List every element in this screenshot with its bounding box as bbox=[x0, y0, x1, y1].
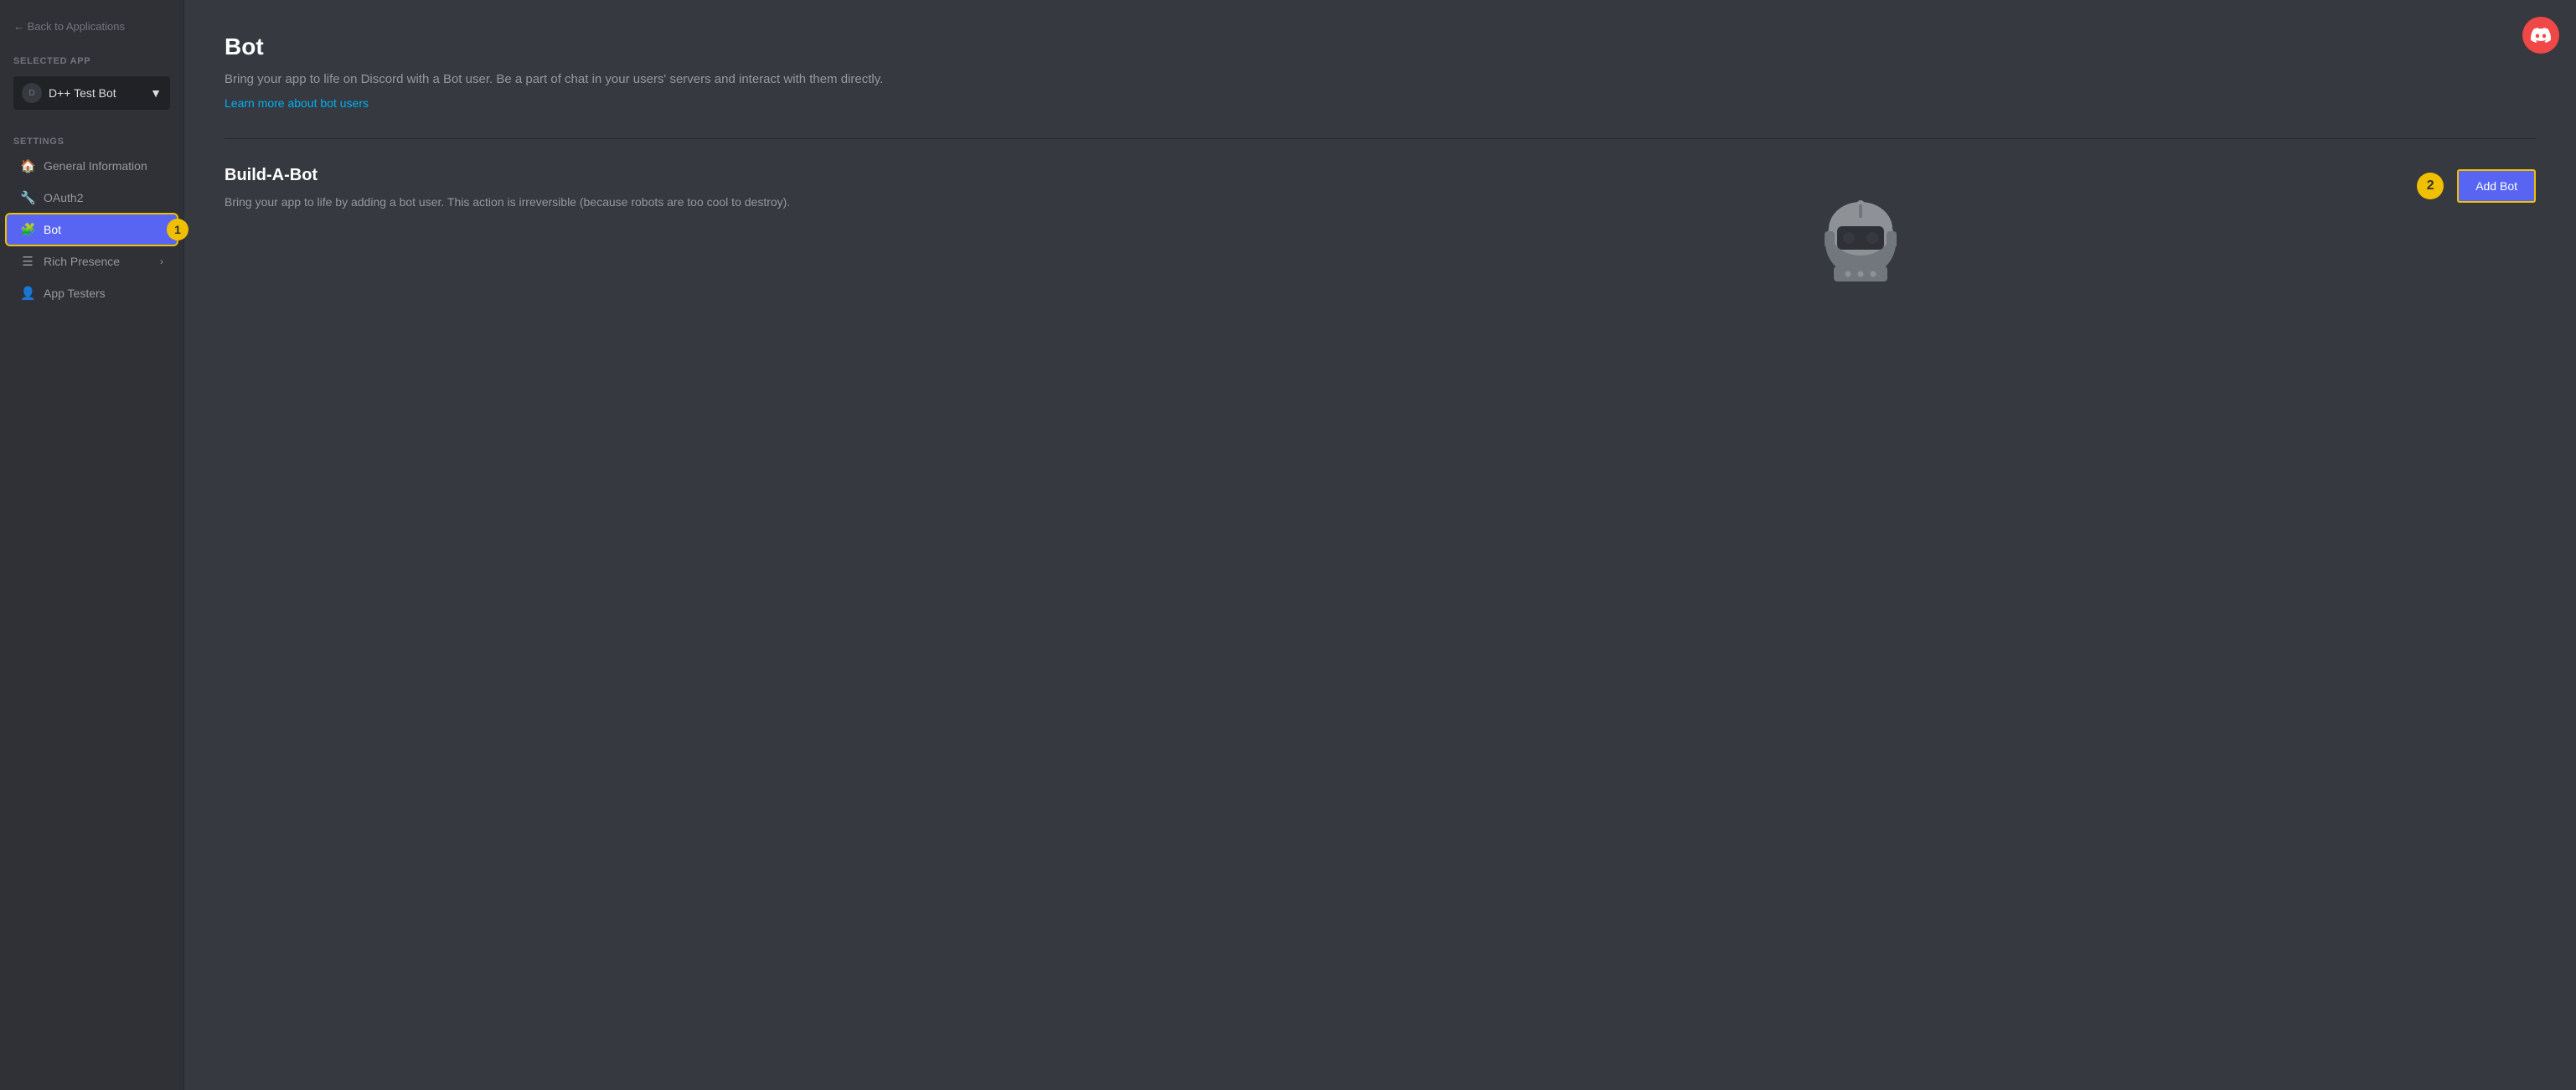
wrench-icon: 🔧 bbox=[20, 190, 35, 205]
sidebar-item-label: General Information bbox=[44, 159, 147, 173]
chevron-right-icon: › bbox=[160, 256, 163, 267]
build-a-bot-text: Build-A-Bot Bring your app to life by ad… bbox=[225, 166, 1304, 211]
badge-1: 1 bbox=[167, 219, 188, 240]
discord-logo bbox=[2522, 17, 2559, 54]
bot-robot-illustration bbox=[1304, 166, 2418, 317]
app-selector-dropdown[interactable]: D D++ Test Bot ▼ bbox=[13, 76, 170, 110]
main-content: Bot Bring your app to life on Discord wi… bbox=[184, 0, 2576, 1090]
puzzle-icon: 🧩 bbox=[20, 222, 35, 237]
selected-app-label: SELECTED APP bbox=[0, 49, 183, 70]
sidebar: ← Back to Applications SELECTED APP D D+… bbox=[0, 0, 184, 1090]
back-to-applications-link[interactable]: ← Back to Applications bbox=[0, 13, 183, 39]
sidebar-item-app-testers[interactable]: 👤 App Testers bbox=[7, 278, 177, 308]
build-a-bot-title: Build-A-Bot bbox=[225, 166, 1304, 185]
learn-more-link[interactable]: Learn more about bot users bbox=[225, 96, 369, 110]
list-icon: ☰ bbox=[20, 254, 35, 269]
sidebar-item-general-information[interactable]: 🏠 General Information bbox=[7, 151, 177, 181]
app-avatar: D bbox=[22, 83, 42, 103]
section-divider bbox=[225, 138, 2536, 139]
app-name: D++ Test Bot bbox=[49, 86, 116, 100]
home-icon: 🏠 bbox=[20, 158, 35, 173]
add-bot-button[interactable]: Add Bot bbox=[2457, 169, 2536, 203]
sidebar-item-label: Rich Presence bbox=[44, 255, 120, 268]
sidebar-item-label: OAuth2 bbox=[44, 191, 83, 204]
build-a-bot-description: Bring your app to life by adding a bot u… bbox=[225, 194, 811, 211]
build-a-bot-section: Build-A-Bot Bring your app to life by ad… bbox=[225, 166, 2536, 317]
dropdown-chevron-icon: ▼ bbox=[150, 86, 162, 100]
page-description: Bring your app to life on Discord with a… bbox=[225, 70, 978, 90]
sidebar-item-bot[interactable]: 🧩 Bot 1 bbox=[7, 214, 177, 245]
sidebar-item-rich-presence[interactable]: ☰ Rich Presence › bbox=[7, 246, 177, 276]
sidebar-item-label: Bot bbox=[44, 223, 61, 236]
sidebar-item-label: App Testers bbox=[44, 287, 106, 300]
sidebar-item-oauth2[interactable]: 🔧 OAuth2 bbox=[7, 183, 177, 213]
add-bot-container: 2 Add Bot bbox=[2417, 166, 2536, 203]
badge-2: 2 bbox=[2417, 173, 2444, 199]
person-icon: 👤 bbox=[20, 286, 35, 301]
page-title: Bot bbox=[225, 34, 2536, 60]
settings-label: SETTINGS bbox=[0, 123, 183, 150]
